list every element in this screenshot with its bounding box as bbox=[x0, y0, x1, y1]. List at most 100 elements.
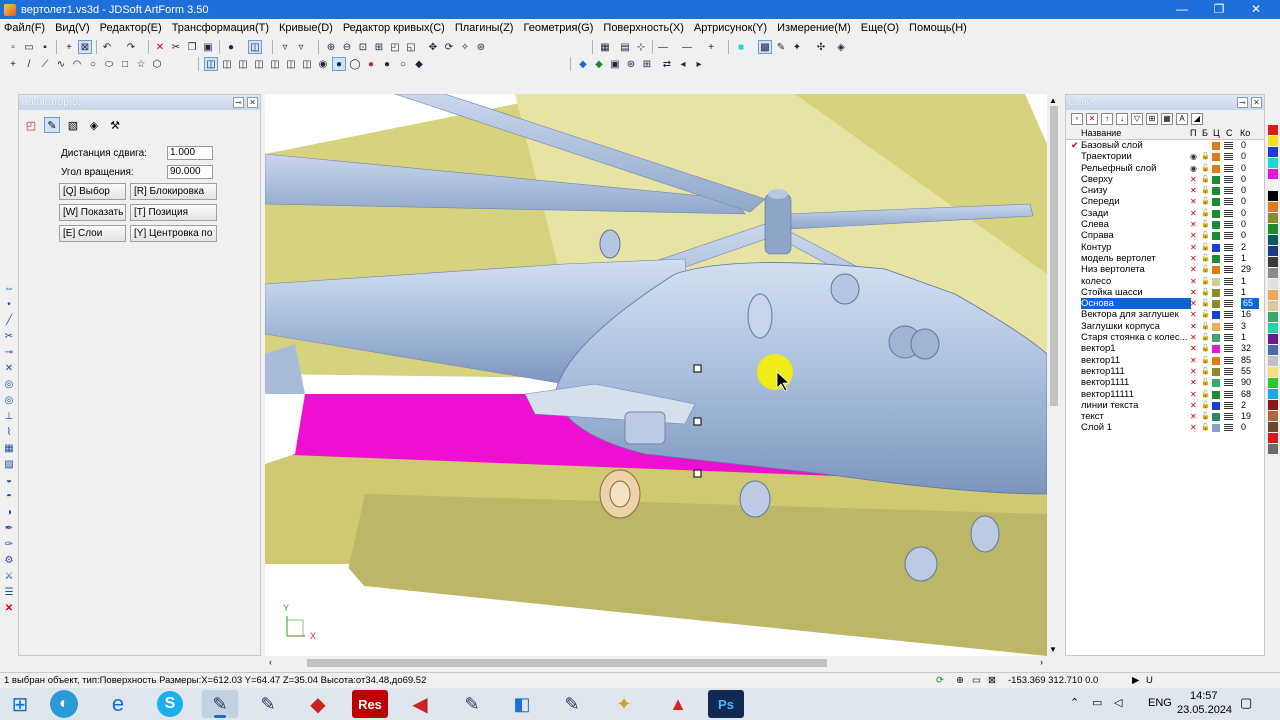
layer-pattern-icon[interactable] bbox=[1224, 334, 1233, 343]
save-icon[interactable]: ▪ bbox=[38, 40, 52, 54]
volume-icon[interactable]: ◁ bbox=[1114, 696, 1122, 709]
lock-icon[interactable]: 🔓 bbox=[1201, 298, 1210, 309]
scissor-icon[interactable]: ✂ bbox=[2, 330, 16, 344]
lock-icon[interactable]: 🔓 bbox=[1201, 208, 1210, 219]
menu-curve-editor[interactable]: Редактор кривых(C) bbox=[343, 22, 445, 34]
layer-pattern-icon[interactable] bbox=[1224, 232, 1233, 241]
layer-pattern-icon[interactable] bbox=[1224, 311, 1233, 320]
material-icon[interactable]: ⊛ bbox=[624, 57, 638, 71]
layer-color-swatch[interactable] bbox=[1212, 209, 1220, 218]
zoom-in-icon[interactable]: ⊕ bbox=[324, 40, 338, 54]
layer-pattern-icon[interactable] bbox=[1224, 379, 1233, 388]
close-button[interactable]: ✕ bbox=[1238, 0, 1274, 19]
hidden-x-icon[interactable]: ✕ bbox=[1190, 389, 1197, 400]
point-style-icon[interactable]: + bbox=[704, 40, 718, 54]
render-flat-icon[interactable]: ◯ bbox=[348, 57, 362, 71]
grid-icon[interactable]: ▤ bbox=[618, 40, 632, 54]
layer-row[interactable]: вектор11 ✕ 🔓 85 bbox=[1066, 355, 1264, 366]
delete-icon[interactable]: ✕ bbox=[153, 40, 167, 54]
menu-artdrawing[interactable]: Артрисунок(Y) bbox=[694, 22, 767, 34]
pen-icon[interactable]: ✒ bbox=[2, 522, 16, 536]
layer-pattern-icon[interactable] bbox=[1224, 322, 1233, 331]
clock-date[interactable]: 23.05.2024 bbox=[1177, 704, 1232, 716]
arrow-forward-icon[interactable]: ▸ bbox=[692, 57, 706, 71]
video-app-icon[interactable]: ◧ bbox=[504, 690, 540, 718]
layer-row[interactable]: Стойка шасси ✕ 🔓 1 bbox=[1066, 287, 1264, 298]
col-count[interactable]: Ко bbox=[1240, 128, 1250, 138]
layer-row[interactable]: ✔ Базовый слой 0 bbox=[1066, 140, 1264, 151]
lock-icon[interactable]: 🔓 bbox=[1201, 321, 1210, 332]
shift-distance-input[interactable]: 1.000 bbox=[167, 146, 213, 160]
layers-tool-icon[interactable]: ▦ bbox=[598, 40, 612, 54]
list-icon[interactable]: ☰ bbox=[2, 586, 16, 600]
layer-color-swatch[interactable] bbox=[1212, 221, 1220, 230]
visible-eye-icon[interactable]: ◉ bbox=[1190, 163, 1197, 174]
lock-icon[interactable]: 🔓 bbox=[1201, 230, 1210, 241]
palette-color-swatch[interactable] bbox=[1268, 290, 1278, 300]
layer-row[interactable]: текст ✕ 🔓 19 bbox=[1066, 411, 1264, 422]
navigator-close-icon[interactable]: ✕ bbox=[247, 97, 258, 108]
light-icon[interactable]: ◆ bbox=[576, 57, 590, 71]
palette-color-swatch[interactable] bbox=[1268, 301, 1278, 311]
palette-color-swatch[interactable] bbox=[1268, 191, 1278, 201]
shape-a-icon[interactable]: ◒ bbox=[2, 474, 16, 488]
layer-row[interactable]: Рельефный слой ◉ 🔓 0 bbox=[1066, 163, 1264, 174]
3d-viewport[interactable]: X Y bbox=[265, 94, 1047, 656]
hidden-x-icon[interactable]: ✕ bbox=[1190, 377, 1197, 388]
move-down-icon[interactable]: ↓ bbox=[1116, 113, 1128, 125]
lock-icon[interactable]: 🔓 bbox=[1201, 276, 1210, 287]
layer-color-swatch[interactable] bbox=[1212, 379, 1220, 388]
palette-color-swatch[interactable] bbox=[1268, 180, 1278, 190]
line-style-icon[interactable]: — bbox=[656, 40, 670, 54]
hidden-x-icon[interactable]: ✕ bbox=[1190, 219, 1197, 230]
layer-pattern-icon[interactable] bbox=[1224, 254, 1233, 263]
lock-icon[interactable]: 🔓 bbox=[1201, 242, 1210, 253]
menu-more[interactable]: Еще(O) bbox=[861, 22, 899, 34]
color-map-icon[interactable]: ▩ bbox=[758, 40, 772, 54]
layer-color-swatch[interactable] bbox=[1212, 175, 1220, 184]
scroll-right-icon[interactable]: › bbox=[1040, 657, 1043, 667]
hidden-x-icon[interactable]: ✕ bbox=[1190, 332, 1197, 343]
layer-color-swatch[interactable] bbox=[1212, 164, 1220, 173]
lock-icon[interactable]: 🔓 bbox=[1201, 343, 1210, 354]
view-left-icon[interactable]: ◫ bbox=[284, 57, 298, 71]
pdf-app-icon[interactable]: ▲ bbox=[660, 690, 696, 718]
line-icon[interactable]: / bbox=[22, 57, 36, 71]
layer-pattern-icon[interactable] bbox=[1224, 413, 1233, 422]
cross-icon[interactable]: ✕ bbox=[2, 362, 16, 376]
pen-b-icon[interactable]: ✑ bbox=[2, 538, 16, 552]
layer-pattern-icon[interactable] bbox=[1224, 243, 1233, 252]
layer-pattern-icon[interactable] bbox=[1224, 142, 1233, 150]
copy-icon[interactable]: ❐ bbox=[185, 40, 199, 54]
render-tool-icon[interactable]: ▣ bbox=[608, 57, 622, 71]
artform-c-icon[interactable]: ✎ bbox=[454, 690, 490, 718]
light-green-icon[interactable]: ◆ bbox=[592, 57, 606, 71]
hidden-x-icon[interactable]: ✕ bbox=[1190, 276, 1197, 287]
hidden-x-icon[interactable]: ✕ bbox=[1190, 400, 1197, 411]
pan-icon[interactable]: ✥ bbox=[426, 40, 440, 54]
render-hidden-icon[interactable]: ○ bbox=[396, 57, 410, 71]
polygon-icon[interactable]: ⬡ bbox=[150, 57, 164, 71]
layer-row[interactable]: Слой 1 ✕ 🔓 0 bbox=[1066, 422, 1264, 433]
point-icon[interactable]: + bbox=[6, 57, 20, 71]
layer-row[interactable]: модель вертолет ✕ 🔓 1 bbox=[1066, 253, 1264, 264]
palette-color-swatch[interactable] bbox=[1268, 312, 1278, 322]
paste-icon[interactable]: ▣ bbox=[201, 40, 215, 54]
palette-color-swatch[interactable] bbox=[1268, 224, 1278, 234]
hidden-x-icon[interactable]: ✕ bbox=[1190, 355, 1197, 366]
hidden-x-icon[interactable]: ✕ bbox=[1190, 196, 1197, 207]
layers-button[interactable]: [E] Слои bbox=[59, 225, 126, 242]
menu-surface[interactable]: Поверхность(X) bbox=[603, 22, 683, 34]
layer-color-swatch[interactable] bbox=[1212, 356, 1220, 365]
lock-icon[interactable]: 🔓 bbox=[1201, 253, 1210, 264]
lock-icon[interactable]: 🔓 bbox=[1201, 400, 1210, 411]
horizontal-scroll-thumb[interactable] bbox=[307, 659, 827, 667]
layer-pattern-icon[interactable] bbox=[1224, 401, 1233, 410]
tool-b-icon[interactable]: ▿ bbox=[294, 40, 308, 54]
show-button[interactable]: [W] Показать bbox=[59, 204, 126, 221]
layer-row[interactable]: Справа ✕ 🔓 0 bbox=[1066, 230, 1264, 241]
layer-color-swatch[interactable] bbox=[1212, 367, 1220, 376]
edge-icon[interactable]: ◐ bbox=[50, 690, 78, 718]
palette-color-swatch[interactable] bbox=[1268, 136, 1278, 146]
bend-icon[interactable]: ⌇ bbox=[2, 426, 16, 440]
